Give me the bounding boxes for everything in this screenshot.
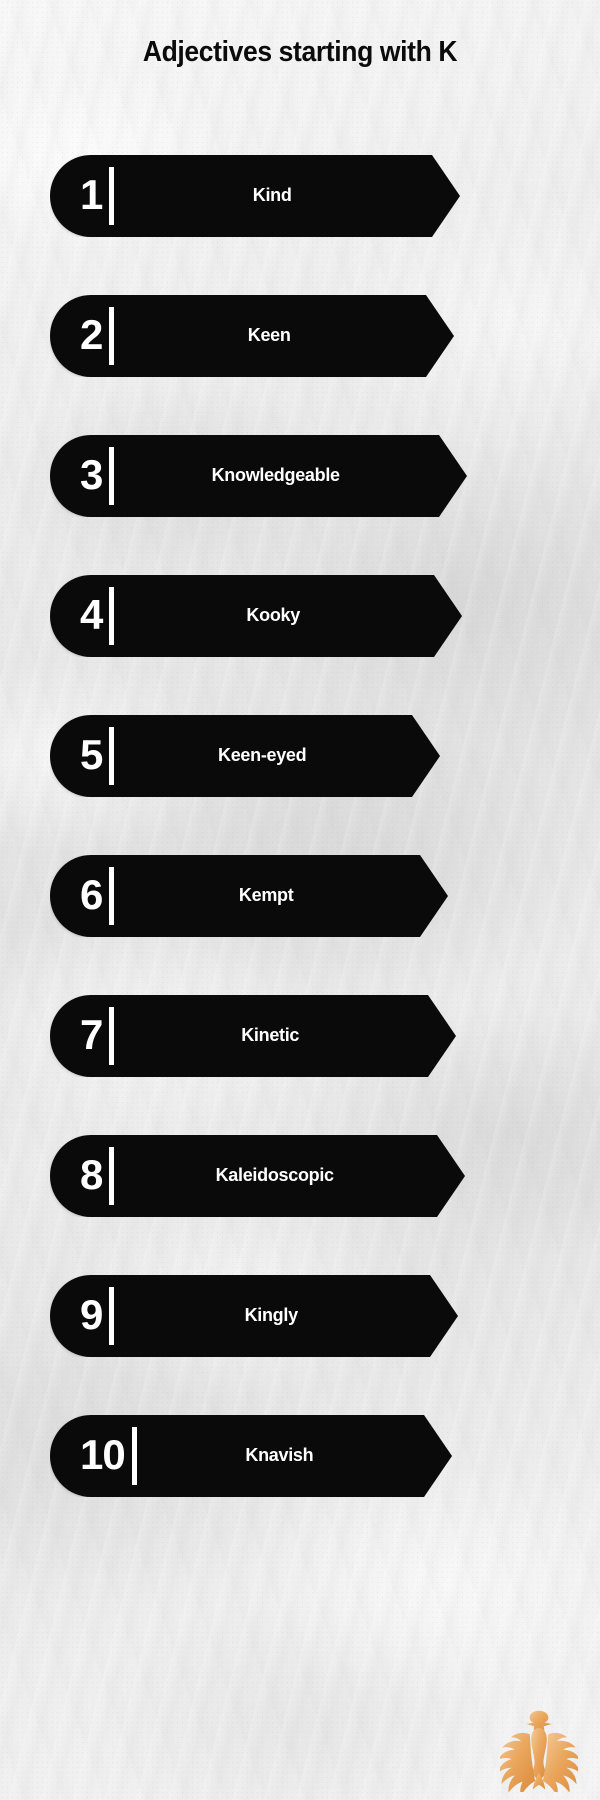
adjective-banner[interactable]: 7 Kinetic	[50, 995, 456, 1077]
banner-rank-number: 7	[80, 1011, 103, 1058]
banner-rank-number: 5	[80, 731, 103, 778]
adjective-banner[interactable]: 8 Kaleidoscopic	[50, 1135, 465, 1217]
banner-adjective-word: Keen	[247, 325, 291, 345]
banner-adjective-word: Kaleidoscopic	[215, 1165, 334, 1185]
adjective-banner-list: 1 Kind 2 Keen 3 Knowledgeable 4 Kooky 5 Keen-eyed…	[0, 0, 600, 1800]
adjective-banner[interactable]: 5 Keen-eyed	[50, 715, 440, 797]
banner-rank-number: 2	[80, 311, 103, 358]
banner-adjective-word: Knavish	[245, 1445, 314, 1465]
adjective-banner[interactable]: 1 Kind	[50, 155, 460, 237]
banner-rank-number: 10	[80, 1431, 125, 1478]
banner-adjective-word: Keen-eyed	[218, 745, 307, 765]
banner-adjective-word: Knowledgeable	[211, 465, 340, 485]
banner-rank-number: 1	[80, 171, 103, 218]
adjective-banner[interactable]: 3 Knowledgeable	[50, 435, 467, 517]
banner-rank-number: 3	[80, 451, 103, 498]
banner-rank-number: 4	[80, 591, 103, 638]
adjective-banner[interactable]: 2 Keen	[50, 295, 454, 377]
infographic-content: Adjectives starting with K 1 Kind 2 Keen 3 Kn…	[0, 0, 600, 1800]
adjective-banner[interactable]: 4 Kooky	[50, 575, 462, 657]
adjective-banner[interactable]: 9 Kingly	[50, 1275, 458, 1357]
banner-rank-number: 6	[80, 871, 103, 918]
adjective-banner[interactable]: 6 Kempt	[50, 855, 448, 937]
banner-adjective-word: Kinetic	[241, 1025, 300, 1045]
banner-adjective-word: Kooky	[246, 605, 300, 625]
phoenix-logo	[500, 1710, 578, 1792]
banner-adjective-word: Kempt	[238, 885, 294, 905]
banner-rank-number: 9	[80, 1291, 103, 1338]
banner-adjective-word: Kingly	[244, 1305, 298, 1325]
banner-rank-number: 8	[80, 1151, 103, 1198]
banner-adjective-word: Kind	[252, 185, 292, 205]
adjective-banner[interactable]: 10 Knavish	[50, 1415, 452, 1497]
